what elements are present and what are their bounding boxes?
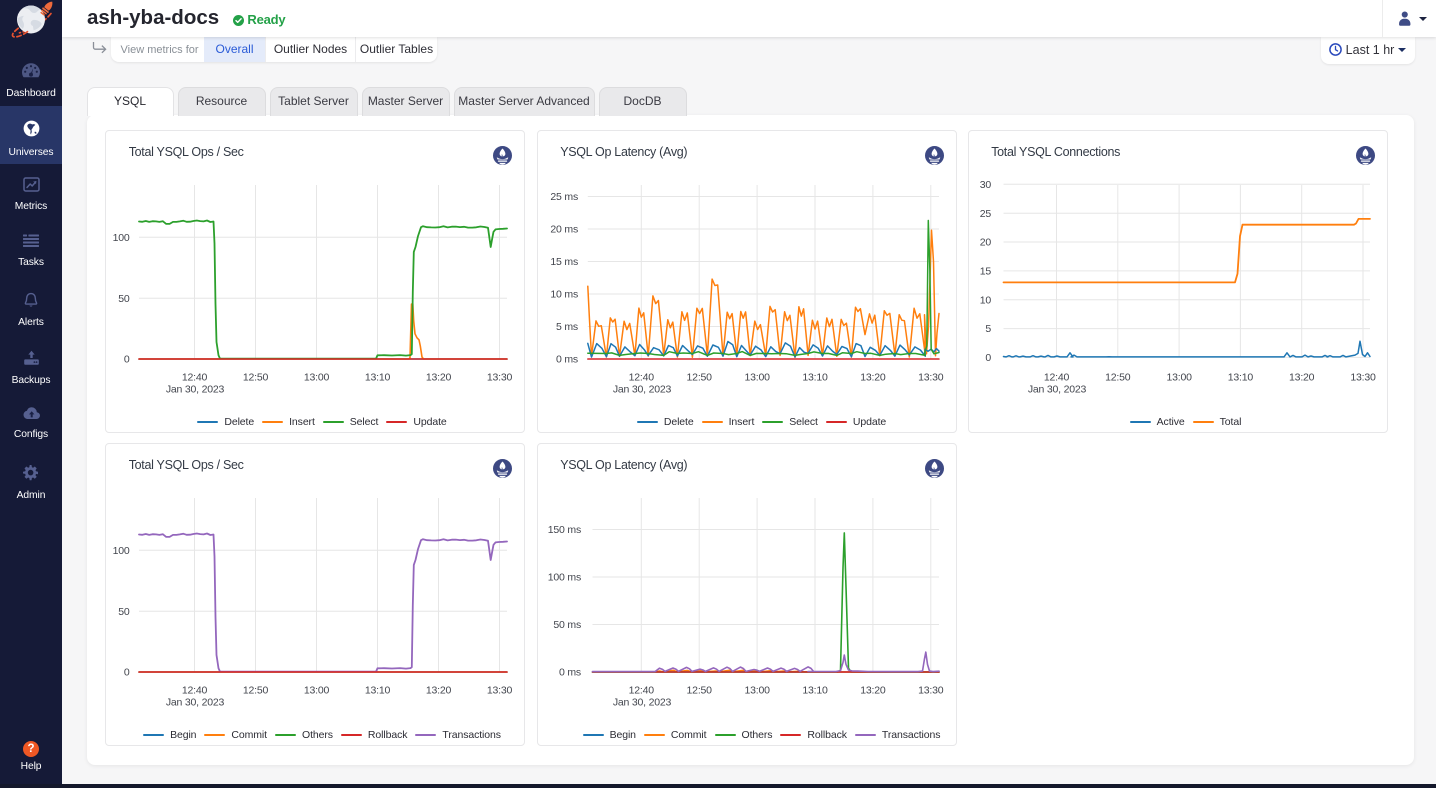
svg-text:50: 50	[118, 293, 130, 305]
svg-text:13:30: 13:30	[918, 372, 944, 384]
svg-text:12:50: 12:50	[1105, 372, 1131, 384]
svg-text:13:20: 13:20	[860, 372, 886, 384]
svg-text:13:20: 13:20	[426, 685, 452, 697]
svg-text:12:50: 12:50	[243, 372, 269, 384]
svg-text:13:30: 13:30	[487, 685, 513, 697]
svg-text:0 ms: 0 ms	[556, 354, 578, 366]
svg-text:12:40: 12:40	[1043, 372, 1069, 384]
svg-text:30: 30	[979, 179, 991, 191]
svg-text:13:00: 13:00	[304, 685, 330, 697]
svg-text:12:40: 12:40	[628, 372, 654, 384]
svg-text:13:00: 13:00	[304, 372, 330, 384]
svg-text:13:10: 13:10	[1227, 372, 1253, 384]
svg-text:150 ms: 150 ms	[547, 524, 580, 536]
svg-text:Jan 30, 2023: Jan 30, 2023	[166, 697, 225, 709]
svg-text:0: 0	[985, 352, 991, 364]
svg-text:12:40: 12:40	[628, 685, 654, 697]
svg-text:25 ms: 25 ms	[550, 191, 578, 203]
svg-text:0 ms: 0 ms	[559, 667, 581, 679]
svg-text:12:50: 12:50	[243, 685, 269, 697]
svg-text:12:50: 12:50	[686, 685, 712, 697]
svg-text:5 ms: 5 ms	[556, 321, 578, 333]
svg-text:13:30: 13:30	[1350, 372, 1376, 384]
svg-text:13:20: 13:20	[426, 372, 452, 384]
svg-text:13:30: 13:30	[918, 685, 944, 697]
svg-text:12:50: 12:50	[686, 372, 712, 384]
svg-text:Jan 30, 2023: Jan 30, 2023	[1027, 384, 1086, 396]
svg-text:5: 5	[985, 323, 991, 335]
svg-text:20: 20	[979, 237, 991, 249]
svg-text:0: 0	[124, 667, 130, 679]
svg-text:Jan 30, 2023: Jan 30, 2023	[612, 384, 671, 396]
svg-text:13:10: 13:10	[365, 372, 391, 384]
svg-text:0: 0	[124, 354, 130, 366]
svg-text:13:30: 13:30	[487, 372, 513, 384]
svg-text:Jan 30, 2023: Jan 30, 2023	[612, 697, 671, 709]
svg-text:13:00: 13:00	[1166, 372, 1192, 384]
svg-text:13:20: 13:20	[860, 685, 886, 697]
svg-text:50: 50	[118, 606, 130, 618]
svg-text:13:10: 13:10	[802, 372, 828, 384]
svg-text:20 ms: 20 ms	[550, 224, 578, 236]
svg-text:100 ms: 100 ms	[547, 572, 580, 584]
svg-text:50 ms: 50 ms	[553, 619, 581, 631]
svg-text:13:10: 13:10	[802, 685, 828, 697]
svg-text:Jan 30, 2023: Jan 30, 2023	[166, 384, 225, 396]
svg-text:13:10: 13:10	[365, 685, 391, 697]
svg-text:100: 100	[113, 545, 130, 557]
svg-text:100: 100	[113, 232, 130, 244]
svg-text:15: 15	[979, 266, 991, 278]
svg-text:10: 10	[979, 294, 991, 306]
svg-text:15 ms: 15 ms	[550, 256, 578, 268]
svg-text:25: 25	[979, 208, 991, 220]
svg-text:13:20: 13:20	[1289, 372, 1315, 384]
svg-text:13:00: 13:00	[744, 372, 770, 384]
svg-text:13:00: 13:00	[744, 685, 770, 697]
svg-text:10 ms: 10 ms	[550, 289, 578, 301]
svg-text:12:40: 12:40	[182, 372, 208, 384]
svg-text:12:40: 12:40	[182, 685, 208, 697]
